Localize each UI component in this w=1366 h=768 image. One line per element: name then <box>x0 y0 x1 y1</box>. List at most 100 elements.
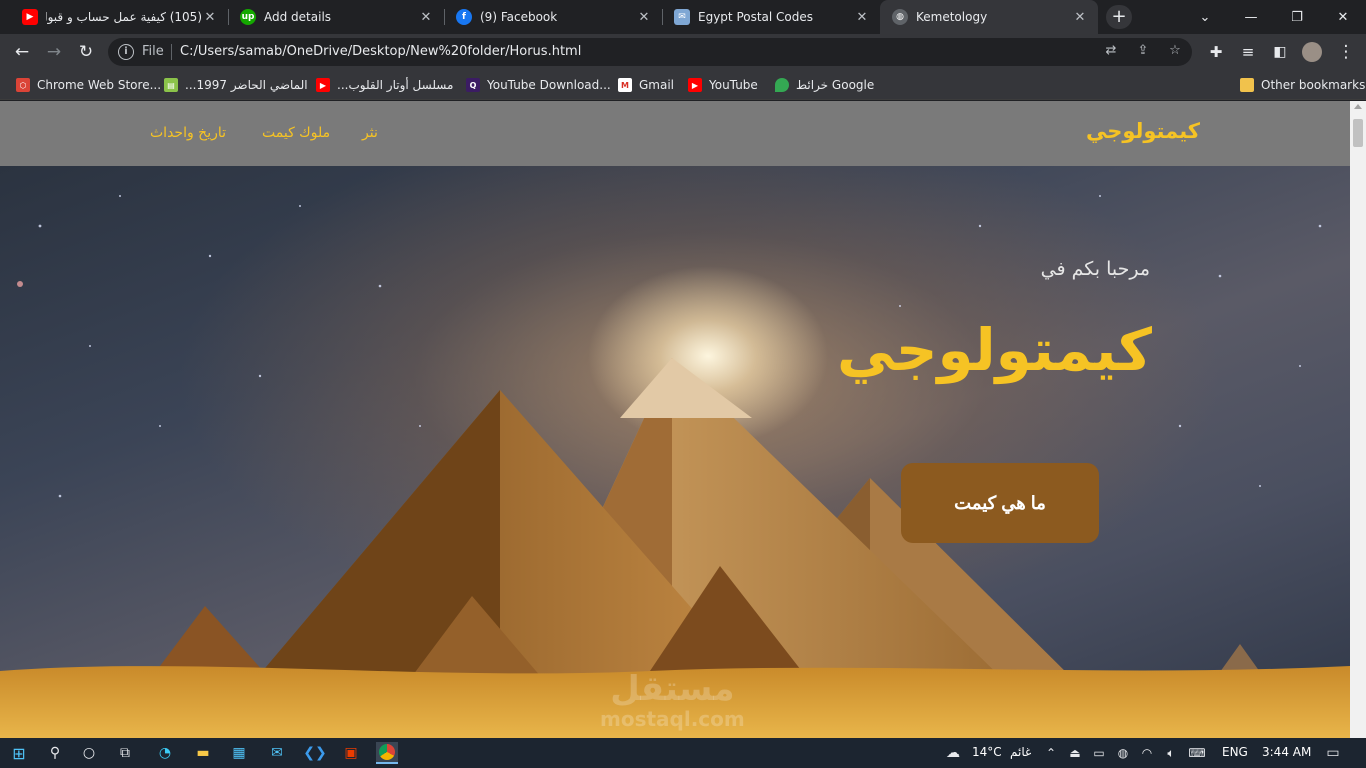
close-icon[interactable]: ✕ <box>418 10 434 25</box>
nav-link-history[interactable]: تاريخ واحداث <box>150 125 226 141</box>
restore-icon[interactable]: ❐ <box>1274 0 1320 34</box>
menu-icon[interactable]: ⋮ <box>1332 38 1360 66</box>
wifi-icon[interactable]: ◠ <box>1136 742 1158 764</box>
weather-desc[interactable]: غائم <box>1010 745 1031 759</box>
omnibox-separator <box>171 44 172 60</box>
back-icon[interactable]: ← <box>8 38 36 66</box>
web-page: كيمتولوجي نثر ملوك كيمت تاريخ واحداث مرح… <box>0 101 1350 738</box>
other-bookmarks[interactable]: Other bookmarks <box>1240 76 1365 94</box>
vscode-icon[interactable]: ❮❯ <box>303 742 326 764</box>
close-icon[interactable]: ✕ <box>202 10 218 25</box>
notifications-icon[interactable]: ▭ <box>1322 742 1344 764</box>
mail-icon[interactable]: ✉ <box>266 742 288 764</box>
bookmark-label: مسلسل أوتار القلوب... <box>337 78 454 92</box>
tab-title: (9) Facebook <box>480 10 558 24</box>
avatar[interactable] <box>1298 38 1326 66</box>
what-is-kemet-button[interactable]: ما هي كيمت <box>901 463 1099 543</box>
hero-title: كيمتولوجي <box>837 316 1152 384</box>
bookmarks-bar: ⬡ Chrome Web Store... ▤ الماضي الحاضر 19… <box>0 70 1366 100</box>
bookmark-maps[interactable]: خرائط Google <box>775 76 874 94</box>
facebook-icon: f <box>456 9 472 25</box>
tab-upwork[interactable]: up Add details ✕ <box>228 0 444 34</box>
network-icon[interactable]: ◍ <box>1112 742 1134 764</box>
cloud-weather-icon: ☁ <box>946 745 960 761</box>
postal-icon: ✉ <box>674 9 690 25</box>
tab-kemetology[interactable]: ◍ Kemetology ✕ <box>880 0 1098 34</box>
nav-link-kings[interactable]: ملوك كيمت <box>262 125 330 141</box>
bookmark-star-icon[interactable]: ☆ <box>1166 43 1184 61</box>
reload-icon[interactable]: ↻ <box>72 38 100 66</box>
keyboard-icon[interactable]: ⌨ <box>1186 742 1208 764</box>
tab-title: Kemetology <box>916 10 988 24</box>
close-icon[interactable]: ✕ <box>636 10 652 25</box>
globe-icon: ◍ <box>892 9 908 25</box>
bookmark-chrome-store[interactable]: ⬡ Chrome Web Store... <box>16 76 161 94</box>
chevron-up-icon[interactable]: ⌃ <box>1040 742 1062 764</box>
usb-icon[interactable]: ⏏ <box>1064 742 1086 764</box>
window-close-icon[interactable]: ✕ <box>1320 0 1366 34</box>
scroll-thumb[interactable] <box>1353 119 1363 147</box>
weather-temp[interactable]: 14°C <box>972 745 1002 759</box>
tab-postal[interactable]: ✉ Egypt Postal Codes ✕ <box>662 0 880 34</box>
maps-icon <box>775 78 789 92</box>
media-icon[interactable]: ≡ <box>1234 38 1262 66</box>
tab-title: (105) كيفية عمل حساب و قبول <box>46 10 202 24</box>
site-navbar: كيمتولوجي نثر ملوك كيمت تاريخ واحداث <box>0 101 1350 166</box>
upwork-icon: up <box>240 9 256 25</box>
bookmark-page[interactable]: ▤ الماضي الحاضر 1997... <box>164 76 308 94</box>
bookmark-youtube-download[interactable]: Q YouTube Download... <box>466 76 611 94</box>
info-icon[interactable]: i <box>118 44 134 60</box>
tab-strip: ▶ (105) كيفية عمل حساب و قبول ✕ up Add d… <box>0 0 1366 34</box>
bookmark-series[interactable]: ▶ مسلسل أوتار القلوب... <box>316 76 453 94</box>
scroll-up-icon[interactable] <box>1354 104 1362 109</box>
close-icon[interactable]: ✕ <box>1072 10 1088 25</box>
welcome-text: مرحبا بكم في <box>1040 258 1150 280</box>
chrome-store-icon: ⬡ <box>16 78 30 92</box>
file-explorer-icon[interactable]: ▬ <box>192 742 214 764</box>
bookmark-label: YouTube Download... <box>487 78 611 92</box>
share-icon[interactable]: ⇪ <box>1134 43 1152 61</box>
watermark: مستقل mostaql.com <box>600 671 745 731</box>
q-icon: Q <box>466 78 480 92</box>
forward-icon[interactable]: → <box>40 38 68 66</box>
tab-title: Add details <box>264 10 332 24</box>
translate-icon[interactable]: ⇄ <box>1102 43 1120 61</box>
bookmark-label: Chrome Web Store... <box>37 78 162 92</box>
other-bookmarks-label: Other bookmarks <box>1261 78 1366 92</box>
nav-link-prose[interactable]: نثر <box>362 125 378 141</box>
windows-start-icon[interactable]: ⊞ <box>8 742 30 764</box>
tab-youtube[interactable]: ▶ (105) كيفية عمل حساب و قبول ✕ <box>10 0 228 34</box>
site-brand[interactable]: كيمتولوجي <box>1086 119 1200 143</box>
address-bar[interactable]: i File C:/Users/samab/OneDrive/Desktop/N… <box>108 38 1192 66</box>
office-icon[interactable]: ▣ <box>340 742 362 764</box>
task-view-icon[interactable]: ⧉ <box>114 742 136 764</box>
url-text[interactable]: C:/Users/samab/OneDrive/Desktop/New%20fo… <box>180 44 581 59</box>
page-scrollbar[interactable] <box>1350 101 1366 738</box>
cortana-icon[interactable]: ○ <box>78 742 100 764</box>
language-indicator[interactable]: ENG <box>1222 745 1248 759</box>
windows-taskbar: ⊞ ⚲ ○ ⧉ ◔ ▬ ▦ ✉ ❮❯ ▣ ☁ 14°C غائم ⌃ ⏏ ▭ ◍… <box>0 738 1366 768</box>
bookmark-gmail[interactable]: M Gmail <box>618 76 674 94</box>
volume-icon[interactable]: 🔈︎ <box>1160 742 1182 764</box>
watermark-arabic: مستقل <box>610 669 735 709</box>
gmail-icon: M <box>618 78 632 92</box>
browser-toolbar: ← → ↻ i File C:/Users/samab/OneDrive/Des… <box>0 34 1366 70</box>
folder-icon <box>1240 78 1254 92</box>
minimize-icon[interactable]: — <box>1228 0 1274 34</box>
tab-search-icon[interactable]: ⌄ <box>1182 0 1228 34</box>
bookmark-label: Gmail <box>639 78 675 92</box>
edge-icon[interactable]: ◔ <box>154 742 176 764</box>
chrome-icon[interactable] <box>376 742 398 764</box>
search-icon[interactable]: ⚲ <box>44 742 66 764</box>
tab-facebook[interactable]: f (9) Facebook ✕ <box>444 0 662 34</box>
side-panel-icon[interactable]: ◧ <box>1266 38 1294 66</box>
page-icon: ▤ <box>164 78 178 92</box>
bookmark-youtube[interactable]: ▶ YouTube <box>688 76 758 94</box>
extensions-icon[interactable]: ✚ <box>1202 38 1230 66</box>
clock[interactable]: 3:44 AM <box>1262 745 1311 759</box>
close-icon[interactable]: ✕ <box>854 10 870 25</box>
battery-icon[interactable]: ▭ <box>1088 742 1110 764</box>
store-icon[interactable]: ▦ <box>228 742 250 764</box>
new-tab-button[interactable]: + <box>1106 5 1132 29</box>
file-label: File <box>142 44 164 59</box>
